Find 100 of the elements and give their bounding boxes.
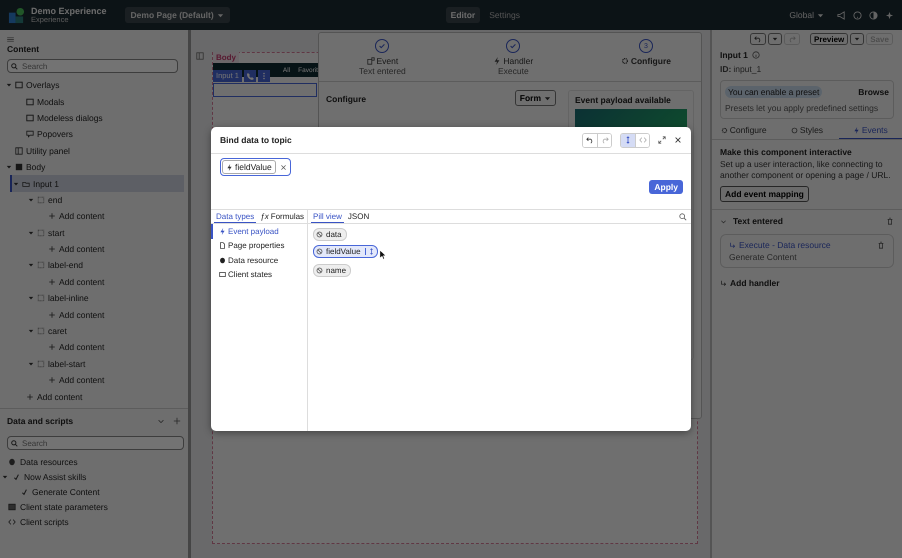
apply-button[interactable]: Apply xyxy=(649,180,683,194)
tree-item[interactable]: label-start xyxy=(0,356,188,372)
help-icon[interactable] xyxy=(853,10,862,20)
expand-icon[interactable] xyxy=(658,136,666,144)
tree-item[interactable]: Modeless dialogs xyxy=(0,110,188,126)
tree-item[interactable]: caret xyxy=(0,322,188,340)
tree-item[interactable]: Add content xyxy=(0,339,188,356)
tree-item[interactable]: Client scripts xyxy=(0,514,188,530)
code-button[interactable] xyxy=(635,134,649,146)
input-component[interactable] xyxy=(213,83,317,97)
tree-item[interactable]: Add content xyxy=(0,388,188,405)
preview-menu-button[interactable] xyxy=(850,33,864,45)
data-pill[interactable]: fieldValue xyxy=(222,160,276,174)
source-item[interactable]: Client states xyxy=(211,268,307,282)
tree-item[interactable]: Popovers xyxy=(0,126,188,143)
caret-icon[interactable] xyxy=(28,262,34,268)
mode-tab[interactable]: Settings xyxy=(484,7,525,23)
caret-icon[interactable] xyxy=(28,328,34,334)
tree-item[interactable]: Add content xyxy=(0,208,188,225)
close-icon[interactable] xyxy=(280,164,287,170)
tree-item[interactable]: Modals xyxy=(0,93,188,110)
vertical-arrows-button[interactable] xyxy=(621,134,635,146)
caret-icon[interactable] xyxy=(28,196,34,203)
add-handler-link[interactable]: Add handler xyxy=(730,278,780,288)
handler-card[interactable]: Execute - Data resource Generate Content xyxy=(720,234,894,268)
tree-item[interactable]: Add content xyxy=(0,372,188,388)
ban-icon xyxy=(316,267,323,274)
data-pill[interactable]: fieldValue xyxy=(313,245,378,258)
tree-item[interactable]: Utility panel xyxy=(0,142,188,159)
mode-tab[interactable]: Editor xyxy=(446,7,480,23)
page-selector[interactable]: Demo Page (Default) xyxy=(124,7,230,23)
view-tab[interactable]: Pill view xyxy=(311,210,344,223)
plus-icon[interactable] xyxy=(173,417,181,425)
section-description: Set up a user interaction, like connecting to another component or opening a page / URL. xyxy=(720,159,892,180)
panel-tab[interactable]: Configure xyxy=(712,122,776,139)
tree-item[interactable]: Generate Content xyxy=(0,484,188,500)
collapse-panel-icon[interactable] xyxy=(196,52,204,60)
chevron-icon[interactable] xyxy=(720,218,727,225)
panel-tab[interactable]: Events xyxy=(838,122,902,139)
phone-icon[interactable] xyxy=(244,70,256,82)
caret-icon[interactable] xyxy=(13,180,19,187)
caret-icon[interactable] xyxy=(28,295,34,302)
tree-item[interactable]: Overlays xyxy=(0,77,188,94)
undo-menu-button[interactable] xyxy=(768,33,782,45)
browse-link[interactable]: Browse xyxy=(858,87,889,97)
menu-icon[interactable] xyxy=(7,37,14,42)
tree-item[interactable]: end xyxy=(0,192,188,208)
tree-item[interactable]: start xyxy=(0,224,188,241)
search-field[interactable]: Search xyxy=(7,59,178,73)
caret-icon[interactable] xyxy=(28,360,34,367)
binding-field[interactable]: fieldValue xyxy=(220,158,291,176)
gear-icon xyxy=(720,126,728,134)
app-title: Demo Experience xyxy=(31,6,107,16)
preview-button[interactable]: Preview xyxy=(810,33,848,45)
handler-title[interactable]: Execute - Data resource xyxy=(739,240,874,250)
source-tab[interactable]: ƒx Formulas xyxy=(258,210,306,223)
code-icon xyxy=(638,136,646,144)
info-icon[interactable] xyxy=(752,51,760,59)
scope-dropdown[interactable]: Global xyxy=(783,9,830,21)
caret-icon[interactable] xyxy=(28,230,34,236)
source-tab[interactable]: Data types xyxy=(214,210,256,223)
data-pill[interactable]: data xyxy=(313,228,347,241)
trash-icon[interactable] xyxy=(886,217,894,226)
caret-icon[interactable] xyxy=(6,164,12,170)
trash-icon[interactable] xyxy=(877,241,885,250)
add-event-mapping-button[interactable]: Add event mapping xyxy=(720,186,809,202)
search-field[interactable]: Search xyxy=(7,436,184,450)
tree-item[interactable]: Data resources xyxy=(0,454,188,470)
tree-item[interactable]: Add content xyxy=(0,240,188,258)
panel-tab[interactable]: Styles xyxy=(775,122,839,139)
step-detail: Text entered xyxy=(359,66,406,76)
source-item[interactable]: Event payload xyxy=(211,224,307,238)
panel-icon xyxy=(15,146,23,155)
mode-dropdown[interactable]: Form xyxy=(514,90,556,106)
tree-item[interactable]: Add content xyxy=(0,306,188,323)
search-icon[interactable] xyxy=(679,212,687,220)
tree-item[interactable]: Body xyxy=(0,158,188,176)
document-icon xyxy=(219,242,226,250)
tree-item[interactable]: label-end xyxy=(0,257,188,274)
source-item[interactable]: Data resource xyxy=(211,253,307,268)
close-icon[interactable] xyxy=(674,136,682,144)
tree-item[interactable]: Client state parameters xyxy=(0,500,188,515)
tree-item[interactable]: label-inline xyxy=(0,290,188,306)
tree-item[interactable]: Add content xyxy=(0,274,188,290)
gear-icon xyxy=(620,57,629,65)
tree-item[interactable]: Now Assist skills xyxy=(0,469,188,484)
data-pill[interactable]: name xyxy=(313,264,352,277)
contrast-icon[interactable] xyxy=(869,10,878,20)
vertical-arrows-icon[interactable] xyxy=(368,248,375,255)
more-icon[interactable] xyxy=(258,70,270,82)
tab-label: Configure xyxy=(730,125,767,135)
source-item[interactable]: Page properties xyxy=(211,238,307,253)
chevron-icon[interactable] xyxy=(157,417,165,425)
caret-icon[interactable] xyxy=(2,474,8,480)
caret-icon[interactable] xyxy=(6,82,12,88)
view-tab[interactable]: JSON xyxy=(346,210,372,223)
sparkle-icon[interactable] xyxy=(885,10,894,20)
plus-icon xyxy=(48,376,56,384)
tree-item[interactable]: Input 1 xyxy=(10,175,184,192)
megaphone-icon[interactable] xyxy=(837,10,846,20)
